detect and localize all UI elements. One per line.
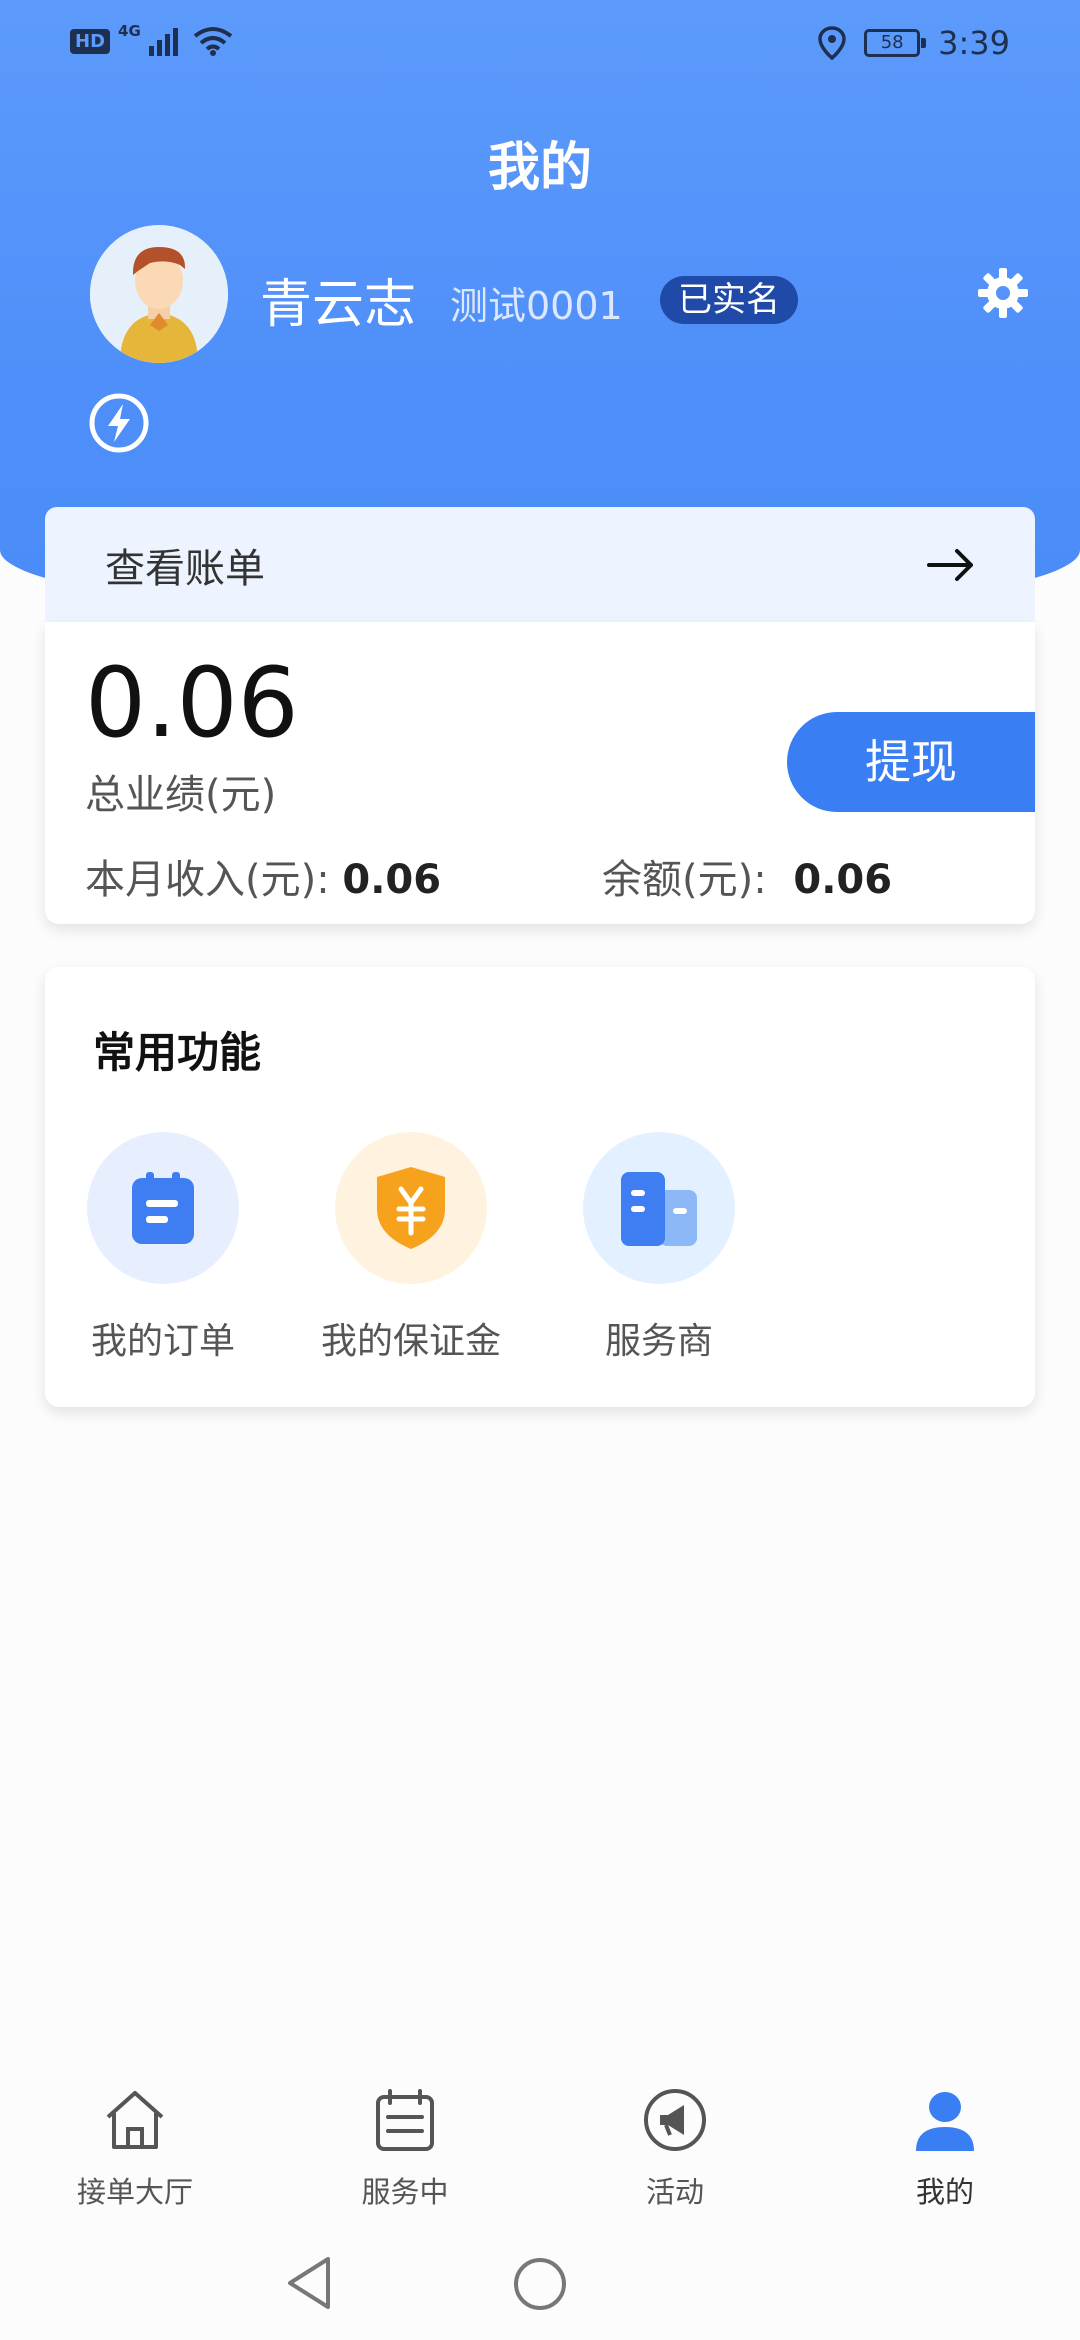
- month-income: 本月收入(元): 0.06: [85, 847, 441, 905]
- back-triangle-icon[interactable]: [284, 2255, 334, 2311]
- balance-label: 余额(元):: [602, 857, 767, 903]
- avatar[interactable]: [90, 225, 228, 363]
- user-name: 青云志: [260, 275, 417, 335]
- home-icon: [106, 2091, 164, 2149]
- earnings-card: 0.06 总业绩(元) 提现 本月收入(元): 0.06 余额(元): 0.06: [45, 622, 1035, 924]
- home-circle-icon[interactable]: [512, 2256, 568, 2312]
- signal-icon: [148, 28, 178, 56]
- withdraw-button[interactable]: 提现: [787, 712, 1035, 812]
- month-income-value: 0.06: [342, 857, 442, 903]
- order-icon: [87, 1132, 239, 1284]
- tab-order-hall-label: 接单大厅: [76, 2175, 193, 2209]
- lightning-icon[interactable]: [88, 392, 150, 454]
- view-bill-row[interactable]: 查看账单: [45, 507, 1035, 623]
- balance: 余额(元): 0.06: [602, 847, 892, 905]
- megaphone-icon: [644, 2089, 706, 2151]
- page-title: 我的: [487, 138, 592, 198]
- status-right: 58 3:39: [818, 24, 1010, 62]
- common-functions-card: 常用功能 我的订单 我的保证金 服务商: [45, 967, 1035, 1407]
- user-id: 测试0001: [450, 284, 623, 328]
- function-service-provider[interactable]: 服务商: [559, 1132, 759, 1364]
- arrow-right-icon: [927, 549, 973, 581]
- tab-mine-label: 我的: [915, 2175, 974, 2209]
- tab-activity-label: 活动: [645, 2175, 704, 2209]
- system-navigation-bar: [0, 2230, 1080, 2340]
- avatar-image: [90, 225, 228, 363]
- common-functions-title: 常用功能: [93, 1028, 262, 1077]
- view-bill-label: 查看账单: [105, 546, 265, 592]
- settings-gear-icon[interactable]: [975, 265, 1031, 321]
- bottom-tab-bar: 接单大厅 服务中 活动 我的: [0, 2070, 1080, 2220]
- status-bar: HD 4G 58 3:39: [0, 0, 1080, 90]
- tab-order-hall[interactable]: 接单大厅: [35, 2085, 235, 2211]
- function-my-deposit-label: 我的保证金: [320, 1321, 501, 1362]
- verified-badge: 已实名: [660, 276, 798, 324]
- location-icon: [818, 26, 846, 60]
- status-left: HD 4G: [70, 22, 233, 56]
- balance-value: 0.06: [793, 857, 893, 903]
- total-earnings-value: 0.06: [85, 647, 299, 759]
- list-icon: [376, 2089, 434, 2151]
- building-icon: [583, 1132, 735, 1284]
- tab-in-service-label: 服务中: [361, 2175, 449, 2209]
- function-my-deposit[interactable]: 我的保证金: [311, 1132, 511, 1364]
- battery-icon: 58: [864, 29, 927, 57]
- tab-activity[interactable]: 活动: [575, 2085, 775, 2211]
- function-my-orders[interactable]: 我的订单: [63, 1132, 263, 1364]
- tab-mine[interactable]: 我的: [845, 2085, 1045, 2211]
- function-my-orders-label: 我的订单: [90, 1321, 235, 1362]
- clock: 3:39: [938, 24, 1010, 62]
- total-earnings-label: 总业绩(元): [85, 772, 277, 818]
- wifi-icon: [193, 27, 232, 56]
- tab-in-service[interactable]: 服务中: [305, 2085, 505, 2211]
- month-income-label: 本月收入(元):: [85, 857, 330, 903]
- function-service-provider-label: 服务商: [604, 1321, 713, 1362]
- hd-indicator: HD: [70, 28, 111, 54]
- person-icon: [916, 2092, 974, 2151]
- network-type: 4G: [118, 22, 141, 40]
- deposit-shield-icon: [335, 1132, 487, 1284]
